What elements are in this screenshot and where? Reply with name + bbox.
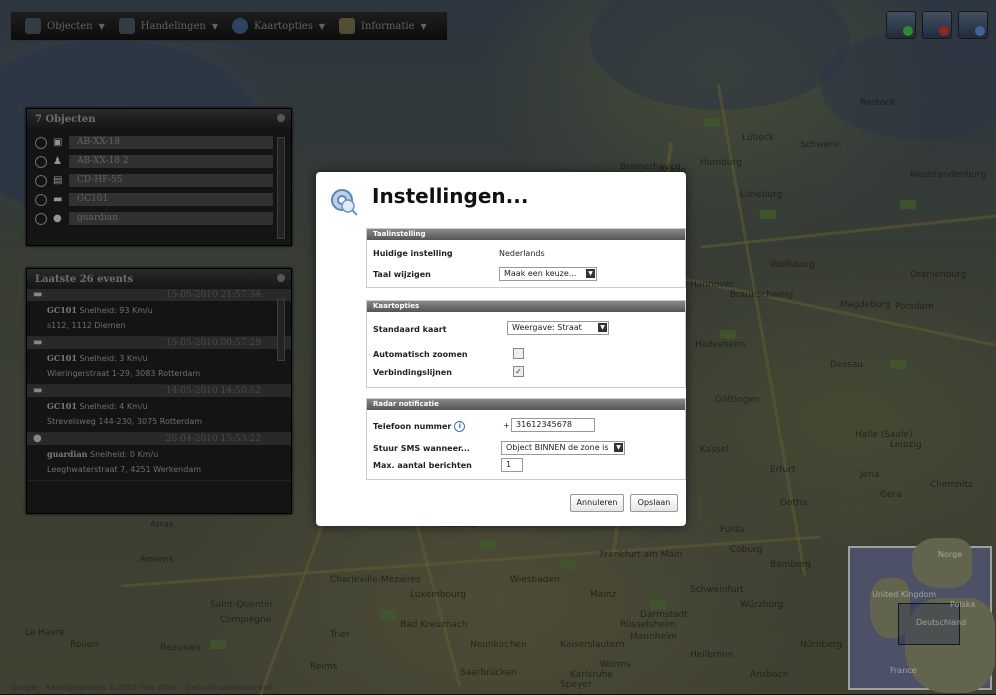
chevron-down-icon: ▼ [614, 443, 623, 452]
section-header: Radar notificatie [367, 399, 685, 410]
connection-lines-checkbox[interactable]: ✓ [513, 366, 524, 377]
chevron-down-icon: ▼ [598, 323, 607, 332]
default-map-label: Standaard kaart [373, 325, 447, 334]
cancel-button[interactable]: Annuleren [570, 494, 624, 512]
language-select[interactable]: Maak een keuze... ▼ [499, 267, 597, 281]
send-sms-select[interactable]: Object BINNEN de zone is ▼ [501, 441, 625, 455]
phone-number-input[interactable]: 31612345678 [511, 418, 595, 432]
phone-prefix: + [503, 421, 510, 430]
select-value: Object BINNEN de zone is [506, 443, 609, 452]
connection-lines-label: Verbindingslijnen [373, 368, 452, 377]
max-messages-input[interactable]: 1 [501, 458, 523, 472]
current-language-label: Huidige instelling [373, 249, 453, 258]
radar-notification-section: Radar notificatie Telefoon nummer i + 316… [366, 398, 686, 480]
section-header: Kaartopties [367, 301, 685, 312]
default-map-select[interactable]: Weergave: Straat ▼ [507, 321, 609, 335]
save-button[interactable]: Opslaan [630, 494, 678, 512]
auto-zoom-checkbox[interactable] [513, 348, 524, 359]
auto-zoom-label: Automatisch zoomen [373, 350, 468, 359]
chevron-down-icon: ▼ [586, 269, 595, 278]
max-messages-label: Max. aantal berichten [373, 461, 472, 470]
select-value: Weergave: Straat [512, 323, 582, 332]
info-icon[interactable]: i [454, 421, 466, 432]
settings-gear-icon [331, 189, 358, 216]
current-language-value: Nederlands [499, 249, 545, 258]
settings-dialog: Instellingen... Taalinstelling Huidige i… [316, 172, 686, 526]
section-header: Taalinstelling [367, 229, 685, 240]
dialog-title: Instellingen... [372, 184, 529, 208]
phone-number-label-text: Telefoon nummer [373, 422, 452, 431]
map-options-section: Kaartopties Standaard kaart Weergave: St… [366, 300, 686, 388]
phone-number-label: Telefoon nummer i [373, 421, 466, 432]
change-language-label: Taal wijzigen [373, 270, 431, 279]
language-section: Taalinstelling Huidige instelling Nederl… [366, 228, 686, 288]
send-sms-label: Stuur SMS wanneer... [373, 444, 470, 453]
select-value: Maak een keuze... [504, 269, 577, 278]
